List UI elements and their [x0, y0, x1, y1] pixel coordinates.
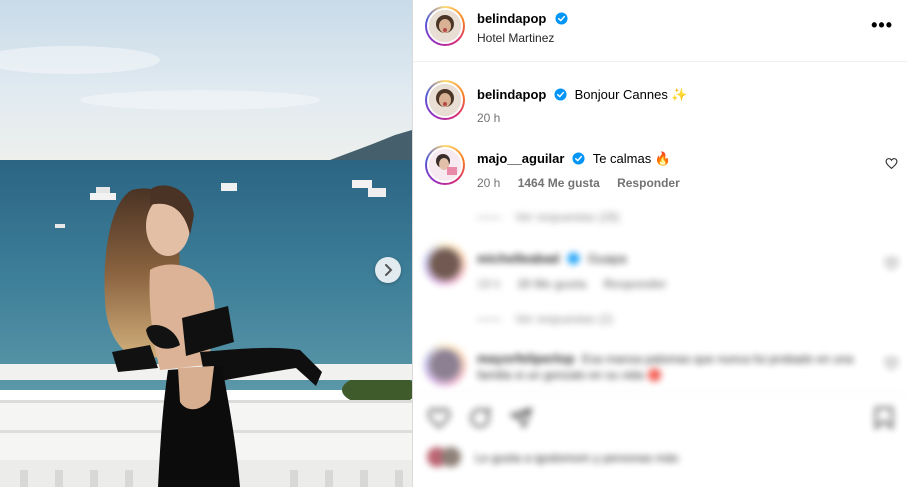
- comment-avatar[interactable]: [425, 345, 465, 385]
- comment-like-heart-icon[interactable]: [885, 257, 898, 270]
- comment-like-heart-icon[interactable]: [885, 357, 898, 370]
- comment-username[interactable]: majo__aguilar: [477, 151, 564, 166]
- verified-icon: [567, 252, 580, 265]
- heart-icon[interactable]: [427, 406, 451, 430]
- comment-2: michelleabad Guapa: [477, 251, 627, 266]
- caption-username[interactable]: belindapop: [477, 87, 546, 102]
- comment-like-heart-icon[interactable]: [885, 157, 898, 170]
- post-photo[interactable]: [0, 0, 412, 487]
- comment-meta: 20 h 1464 Me gusta Responder: [477, 176, 680, 190]
- comment-time[interactable]: 19 h: [477, 277, 500, 291]
- comment-meta: 19 h 20 Me gusta Responder: [477, 277, 666, 291]
- verified-icon: [554, 88, 567, 101]
- caption-avatar[interactable]: [425, 80, 465, 120]
- more-icon: •••: [871, 15, 893, 35]
- author-username[interactable]: belindapop: [477, 11, 546, 26]
- caption: belindapop Bonjour Cannes ✨: [477, 87, 688, 103]
- comment-text: Te calmas 🔥: [592, 151, 672, 166]
- view-replies[interactable]: Ver respuestas (28): [477, 210, 620, 224]
- comment-time[interactable]: 20 h: [477, 176, 500, 190]
- reply-button[interactable]: Responder: [604, 277, 667, 291]
- comment-1: majo__aguilar Te calmas 🔥: [477, 151, 671, 167]
- more-options-button[interactable]: •••: [871, 15, 893, 36]
- comment-icon[interactable]: [468, 406, 492, 430]
- comment-username[interactable]: michelleabad: [477, 251, 559, 266]
- post-header: belindapop Hotel Martinez •••: [413, 0, 907, 62]
- author-avatar[interactable]: [425, 6, 465, 46]
- comment-avatar[interactable]: [425, 244, 465, 284]
- reply-button[interactable]: Responder: [617, 176, 680, 190]
- bookmark-icon[interactable]: [873, 406, 895, 430]
- share-icon[interactable]: [509, 406, 533, 430]
- comment-3: mayorfeliperlop Esa mansa palomas que nu…: [477, 351, 867, 383]
- comment-likes[interactable]: 1464 Me gusta: [518, 176, 600, 190]
- comment-avatar[interactable]: [425, 145, 465, 185]
- post-location[interactable]: Hotel Martinez: [477, 31, 554, 45]
- caption-text: Bonjour Cannes ✨: [574, 87, 688, 102]
- likes-summary: Le gusta a igodomom y personas más: [413, 443, 907, 473]
- chevron-right-icon: [385, 264, 393, 276]
- post-side-panel: belindapop Hotel Martinez ••• belindapop…: [413, 0, 907, 487]
- view-replies[interactable]: Ver respuestas (2): [477, 312, 613, 326]
- photo-image: [0, 0, 412, 487]
- avatar-image: [429, 149, 461, 181]
- avatar-image: [429, 84, 461, 116]
- liker-avatar[interactable]: [441, 447, 461, 467]
- action-bar: [413, 393, 907, 443]
- comment-likes[interactable]: 20 Me gusta: [518, 277, 587, 291]
- avatar-image: [429, 10, 461, 42]
- caption-time[interactable]: 20 h: [477, 111, 500, 125]
- likes-text[interactable]: Le gusta a igodomom y personas más: [475, 451, 678, 465]
- comment-username[interactable]: mayorfeliperlop: [477, 351, 575, 366]
- verified-icon: [555, 12, 568, 25]
- instagram-post-modal: belindapop Hotel Martinez ••• belindapop…: [0, 0, 907, 487]
- next-photo-button[interactable]: [375, 257, 401, 283]
- verified-icon: [572, 152, 585, 165]
- comment-text: Guapa: [587, 251, 627, 266]
